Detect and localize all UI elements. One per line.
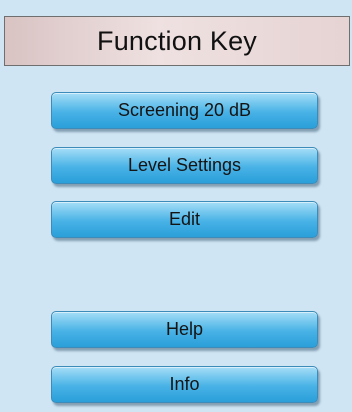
level-settings-button[interactable]: Level Settings — [51, 147, 318, 184]
function-key-header: Function Key — [4, 16, 350, 66]
header-title: Function Key — [97, 25, 257, 56]
info-button[interactable]: Info — [51, 366, 318, 403]
screening-20db-button[interactable]: Screening 20 dB — [51, 92, 318, 129]
help-button[interactable]: Help — [51, 311, 318, 348]
edit-button[interactable]: Edit — [51, 201, 318, 238]
